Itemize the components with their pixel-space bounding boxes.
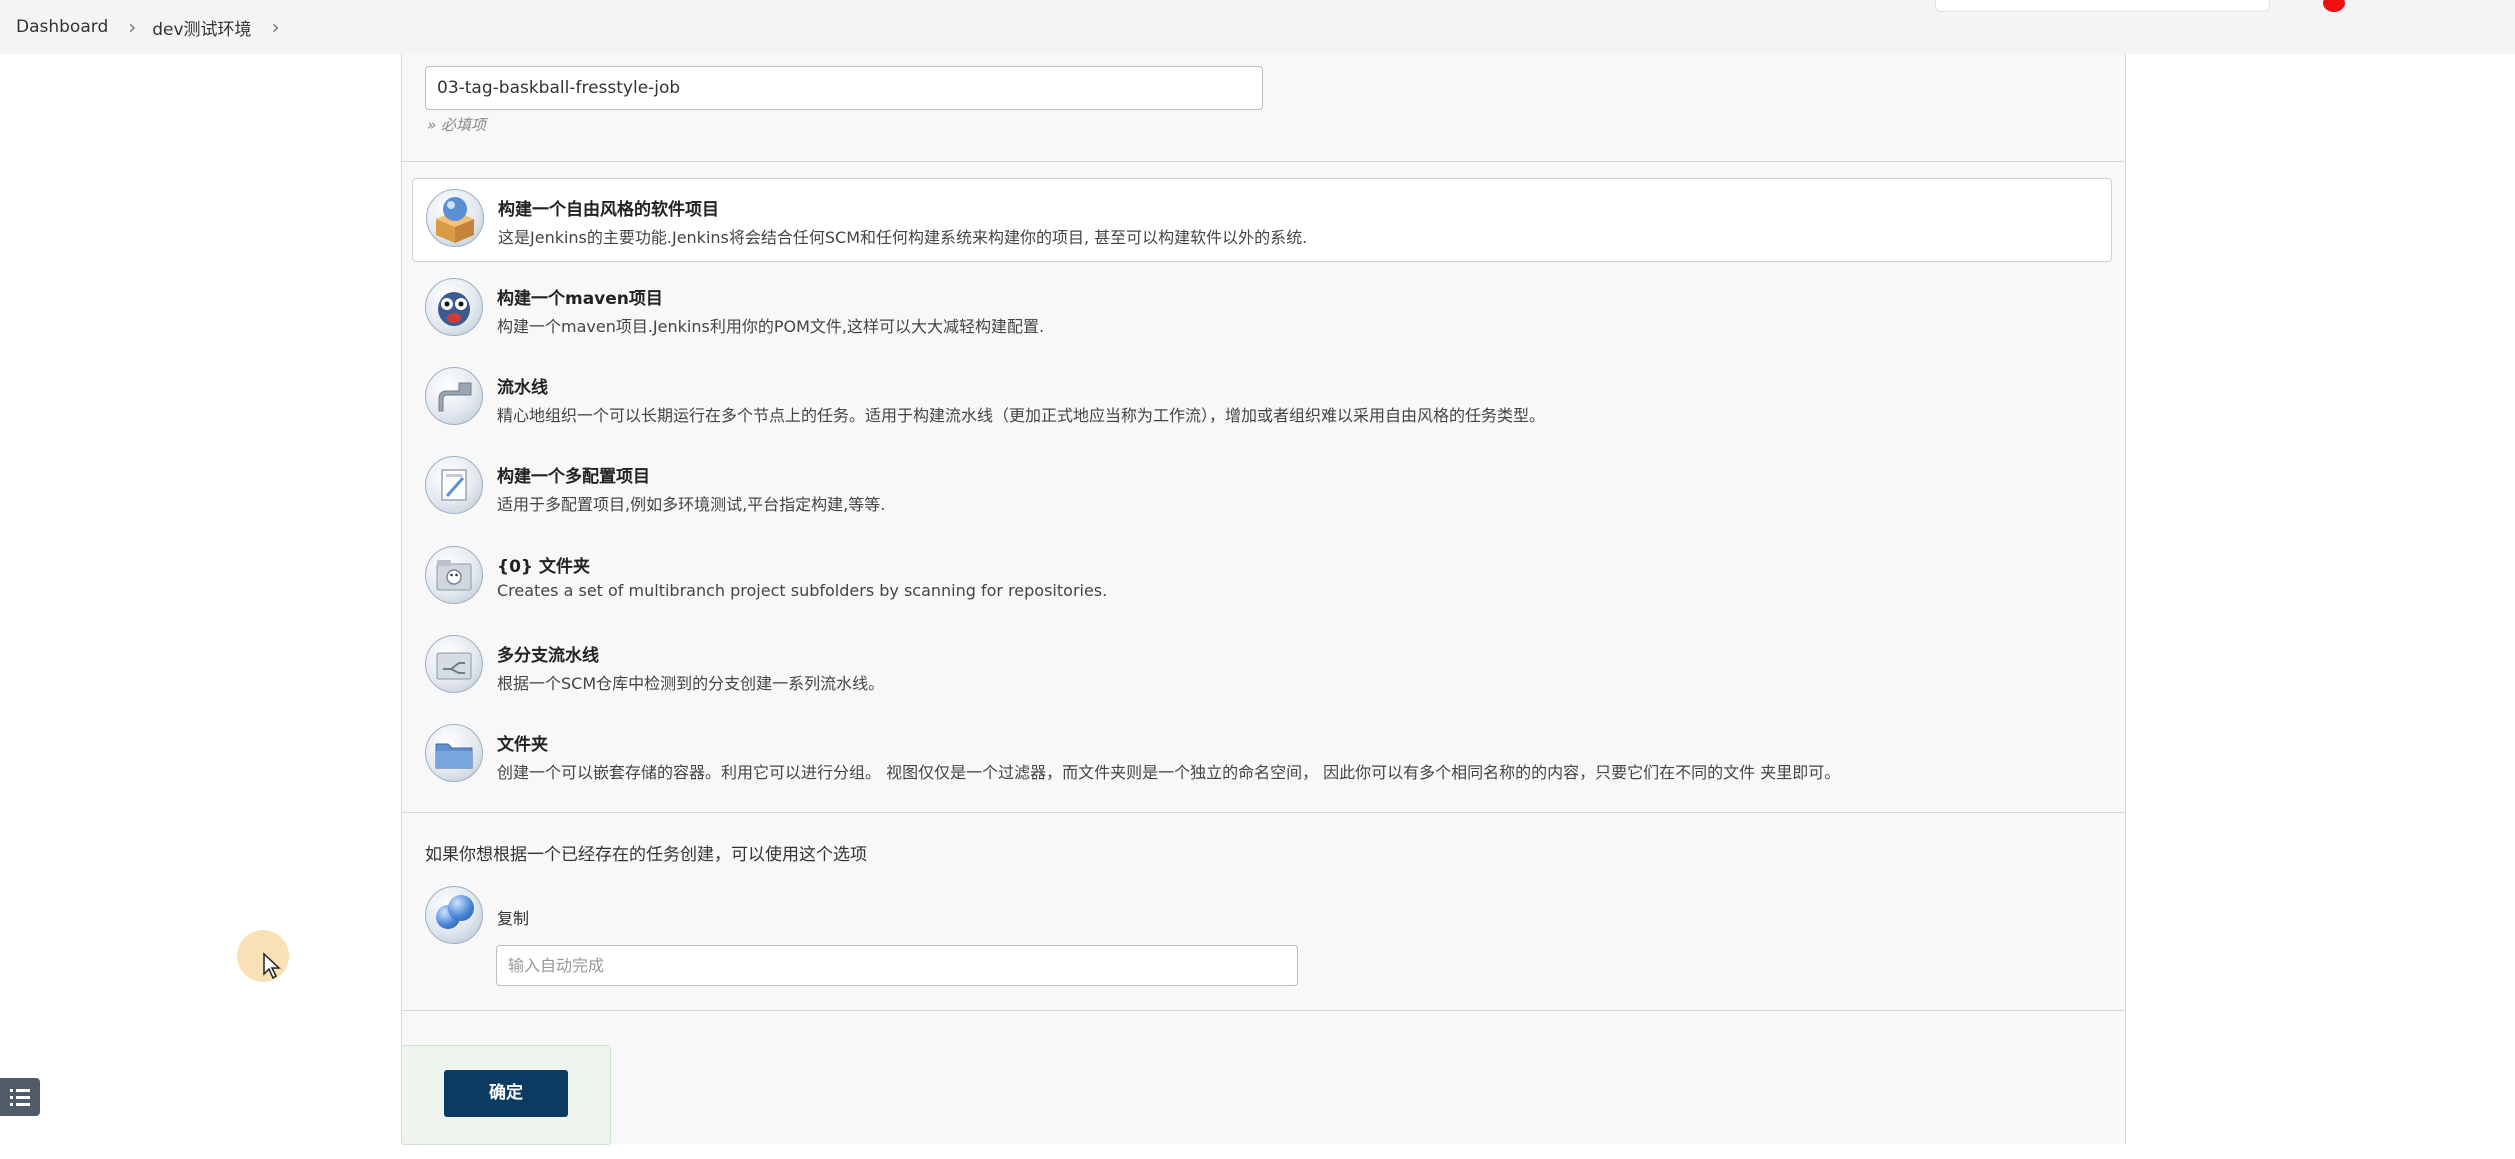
- job-type-title: {0} 文件夹: [497, 557, 590, 577]
- job-type-maven[interactable]: 构建一个maven项目 构建一个maven项目.Jenkins利用你的POM文件…: [412, 268, 2112, 352]
- list-menu-widget[interactable]: [0, 1078, 40, 1116]
- multibranch-pipeline-icon: [425, 635, 483, 693]
- job-type-title: 构建一个maven项目: [497, 289, 663, 309]
- org-folder-icon: [425, 546, 483, 604]
- section-divider: [402, 812, 2125, 813]
- job-type-multi-config[interactable]: 构建一个多配置项目 适用于多配置项目,例如多环境测试,平台指定构建,等等.: [412, 446, 2112, 530]
- job-type-freestyle[interactable]: 构建一个自由风格的软件项目 这是Jenkins的主要功能.Jenkins将会结合…: [412, 178, 2112, 262]
- breadcrumb: Dashboard › dev测试环境 ›: [16, 14, 296, 40]
- job-type-description: Creates a set of multibranch project sub…: [497, 581, 1108, 600]
- job-type-description: 构建一个maven项目.Jenkins利用你的POM文件,这样可以大大减轻构建配…: [497, 317, 1045, 336]
- copy-option-label[interactable]: 复制: [497, 905, 529, 929]
- breadcrumb-separator[interactable]: ›: [272, 15, 280, 39]
- job-type-title: 构建一个多配置项目: [497, 467, 650, 487]
- ok-button[interactable]: 确定: [444, 1070, 568, 1117]
- freestyle-box-icon: [426, 189, 484, 247]
- job-type-multibranch-pipeline[interactable]: 多分支流水线 根据一个SCM仓库中检测到的分支创建一系列流水线。: [412, 625, 2112, 709]
- breadcrumb-separator: ›: [128, 15, 137, 39]
- breadcrumb-dev-env[interactable]: dev测试环境: [152, 15, 251, 40]
- top-bar: Dashboard › dev测试环境 ›: [0, 0, 2515, 54]
- pipeline-icon: [425, 367, 483, 425]
- required-hint: » 必填项: [427, 116, 487, 134]
- list-icon: [10, 1089, 30, 1106]
- job-type-pipeline[interactable]: 流水线 精心地组织一个可以长期运行在多个节点上的任务。适用于构建流水线（更加正式…: [412, 357, 2112, 441]
- maven-owl-icon: [425, 278, 483, 336]
- copy-from-input[interactable]: 输入自动完成: [496, 945, 1298, 986]
- job-type-title: 文件夹: [497, 735, 548, 755]
- mouse-pointer-icon: [263, 952, 281, 980]
- copy-from-prompt: 如果你想根据一个已经存在的任务创建，可以使用这个选项: [425, 845, 867, 865]
- job-type-org-folder[interactable]: {0} 文件夹 Creates a set of multibranch pro…: [412, 536, 2112, 620]
- copy-spheres-icon: [425, 886, 483, 944]
- multi-config-icon: [425, 456, 483, 514]
- breadcrumb-dashboard[interactable]: Dashboard: [16, 17, 108, 37]
- section-divider: [402, 1010, 2125, 1011]
- notification-dot-icon: [2323, 0, 2345, 12]
- job-type-title: 流水线: [497, 378, 548, 398]
- job-type-title: 构建一个自由风格的软件项目: [498, 200, 719, 220]
- job-type-description: 适用于多配置项目,例如多环境测试,平台指定构建,等等.: [497, 495, 886, 514]
- job-type-description: 精心地组织一个可以长期运行在多个节点上的任务。适用于构建流水线（更加正式地应当称…: [497, 406, 1546, 425]
- folder-icon: [425, 724, 483, 782]
- job-type-title: 多分支流水线: [497, 646, 599, 666]
- job-type-description: 创建一个可以嵌套存储的容器。利用它可以进行分组。 视图仅仅是一个过滤器，而文件夹…: [497, 763, 1841, 782]
- section-divider: [402, 161, 2125, 162]
- job-type-description: 根据一个SCM仓库中检测到的分支创建一系列流水线。: [497, 674, 885, 693]
- job-type-folder[interactable]: 文件夹 创建一个可以嵌套存储的容器。利用它可以进行分组。 视图仅仅是一个过滤器，…: [412, 714, 2112, 798]
- item-name-input[interactable]: 03-tag-baskball-fresstyle-job: [425, 66, 1263, 110]
- job-type-description: 这是Jenkins的主要功能.Jenkins将会结合任何SCM和任何构建系统来构…: [498, 228, 1308, 247]
- search-box-fragment[interactable]: [1935, 0, 2270, 12]
